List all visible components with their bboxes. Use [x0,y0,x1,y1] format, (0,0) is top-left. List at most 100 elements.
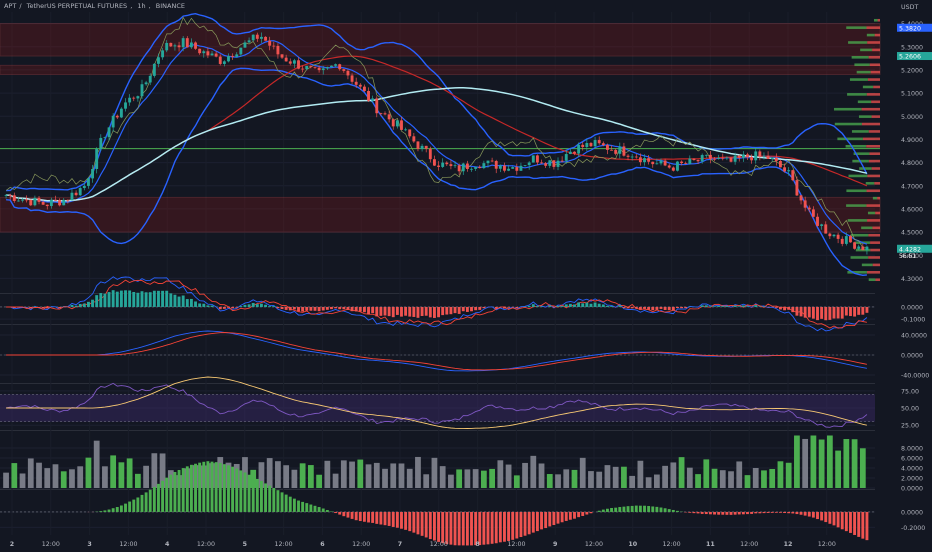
candle-body [346,71,349,76]
candle-body [62,200,65,205]
momentum-bar [334,512,337,513]
profile-bar-down [866,26,880,29]
time-tick-label: 12:00 [197,541,215,548]
candle-body [519,166,522,171]
candle-body [79,188,82,195]
volume-bar [794,436,800,489]
profile-bar-down [875,34,880,37]
macd-histogram-bar [783,307,786,310]
momentum-bar [865,512,868,540]
macd-histogram-bar [532,304,535,307]
momentum-bar [408,512,411,531]
momentum-bar [565,512,568,521]
volume-bar [61,471,67,488]
macd-histogram-bar [285,307,288,310]
candle-body [828,234,831,237]
volume-bar [308,465,314,488]
candle-body [260,37,263,39]
volume-bar [300,463,306,488]
volume-bar [621,467,627,488]
candle-body [301,69,304,70]
profile-bar-up [835,123,862,126]
volume-bar [267,458,273,488]
macd-histogram-bar [573,304,576,306]
candle-body [849,236,852,242]
volume-bar [860,448,866,488]
candle-body [585,143,588,147]
candle-body [272,46,275,47]
momentum-bar [363,512,366,522]
candle-body [83,186,86,188]
candle-body [487,161,490,164]
momentum-bar [124,504,127,512]
time-tick-label: 6 [320,541,325,548]
candle-body [157,57,160,64]
candle-body [795,180,798,195]
momentum-bar [301,502,304,512]
price-tick-label: 0.0000 [901,486,923,493]
candle-body [622,146,625,155]
candle-body [820,224,823,226]
candle-body [108,127,111,137]
momentum-bar [326,510,329,512]
chart-canvas[interactable]: 5.40005.30005.20005.10005.00004.90004.80… [0,0,932,550]
chart-title: APT/ TetherUS PERPETUAL FUTURES, 1h, BIN… [4,2,188,10]
macd-histogram-bar [717,306,720,307]
macd-histogram-bar [725,306,728,307]
candle-body [730,158,733,162]
chart-stage[interactable]: 5.40005.30005.20005.10005.00004.90004.80… [0,0,932,550]
macd-histogram-bar [437,307,440,317]
momentum-bar [404,512,407,530]
macd-histogram-bar [647,307,650,310]
macd-histogram-bar [548,306,551,307]
candle-body [219,57,222,64]
volume-bar [745,475,751,488]
momentum-bar [437,512,440,542]
candle-body [676,162,679,171]
momentum-bar [618,507,621,512]
candle-body [173,45,176,46]
momentum-bar [507,512,510,541]
candle-body [565,154,568,161]
time-tick-label: 12:00 [275,541,293,548]
momentum-bar [454,512,457,545]
candle-body [594,140,597,146]
candle-body [50,200,53,206]
profile-bar-down [870,63,880,66]
volume-bar [53,464,59,488]
momentum-bar [318,507,321,512]
momentum-bar [697,512,700,513]
macd-histogram-bar [787,307,790,310]
time-tick-label: 12:00 [119,541,137,548]
macd-histogram-bar [812,307,815,319]
macd-histogram-bar [268,306,271,307]
candle-body [400,120,403,129]
candle-body [474,167,477,169]
candle-body [618,146,621,153]
macd-histogram-bar [828,307,831,320]
candle-body [561,161,564,162]
profile-bar-down [870,249,880,252]
price-tick-label: 4.9000 [901,137,923,144]
candle-body [112,116,115,128]
macd-histogram-bar [800,307,803,316]
momentum-bar [371,512,374,523]
profile-bar-down [868,78,880,81]
candle-body [54,200,57,201]
candle-body [342,69,345,71]
macd-histogram-bar [264,305,267,307]
momentum-bar [375,512,378,524]
momentum-bar [260,481,263,512]
volume-bar [695,474,701,488]
macd-histogram-bar [433,307,436,318]
volume-bar [843,439,849,488]
macd-histogram-bar [248,304,251,307]
momentum-bar [248,475,251,512]
price-tick-label: -0.1000 [901,317,925,324]
profile-bar-down [868,234,880,237]
volume-bar [613,467,619,488]
macd-histogram-bar [701,305,704,307]
macd-histogram-bar [182,295,185,306]
volume-bar [687,468,693,488]
time-tick-label: 8 [475,541,479,548]
